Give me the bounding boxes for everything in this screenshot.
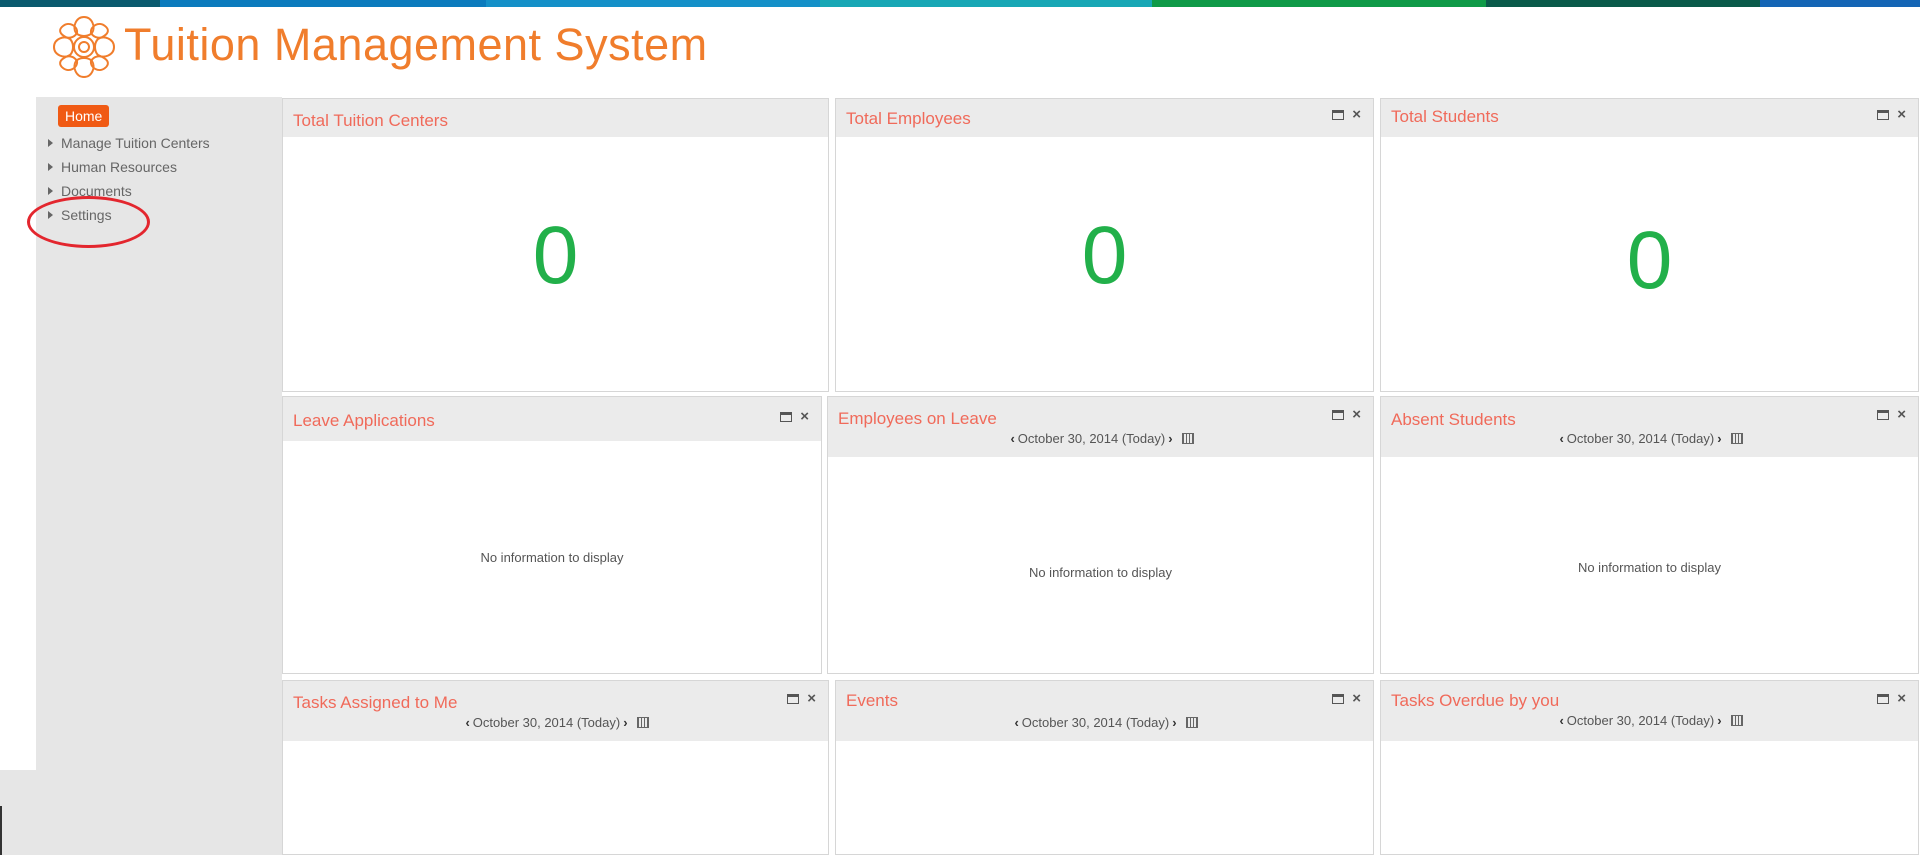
calendar-icon[interactable] <box>1730 433 1743 444</box>
widget-title: Total Students <box>1391 107 1499 126</box>
date-navigator: ‹ October 30, 2014 (Today) › <box>1381 713 1918 728</box>
home-button[interactable]: Home <box>58 105 110 127</box>
chevron-right-icon[interactable]: › <box>1165 431 1175 446</box>
sidebar-item-human-resources[interactable]: Human Resources <box>48 159 177 179</box>
chevron-right-icon[interactable]: › <box>1714 713 1724 728</box>
widget-header: Tasks Overdue by you × ‹ October 30, 2014… <box>1381 681 1918 741</box>
total-count: 0 <box>532 210 579 301</box>
widget-header: Total Tuition Centers <box>283 99 828 137</box>
chevron-left-icon[interactable]: ‹ <box>1007 431 1017 446</box>
widget-header: Employees on Leave × ‹ October 30, 2014 (… <box>828 397 1373 457</box>
maximize-icon[interactable] <box>1332 410 1345 420</box>
empty-message: No information to display <box>480 550 624 565</box>
widget-header: Total Students × <box>1381 99 1918 137</box>
caret-right-icon <box>48 139 53 147</box>
annotation-circle <box>27 196 150 248</box>
widget-absent-students: Absent Students × ‹ October 30, 2014 (Tod… <box>1380 396 1919 674</box>
widget-tasks-overdue: Tasks Overdue by you × ‹ October 30, 2014… <box>1380 680 1919 855</box>
widget-total-tuition-centers: Total Tuition Centers 0 <box>282 98 829 392</box>
chevron-right-icon[interactable]: › <box>620 715 630 730</box>
close-icon[interactable]: × <box>1352 407 1361 422</box>
widget-title: Employees on Leave <box>838 409 997 428</box>
date-label: October 30, 2014 (Today) <box>472 715 621 730</box>
flower-logo-icon <box>52 15 116 79</box>
close-icon[interactable]: × <box>1897 407 1906 422</box>
total-count: 0 <box>1626 215 1673 306</box>
widget-header: Total Employees × <box>836 99 1373 137</box>
widget-title: Tasks Overdue by you <box>1391 691 1560 710</box>
widget-header: Events × ‹ October 30, 2014 (Today) › <box>836 681 1373 741</box>
date-navigator: ‹ October 30, 2014 (Today) › <box>836 715 1373 730</box>
chevron-right-icon[interactable]: › <box>1169 715 1179 730</box>
maximize-icon[interactable] <box>1877 110 1890 120</box>
maximize-icon[interactable] <box>1332 694 1345 704</box>
date-label: October 30, 2014 (Today) <box>1566 713 1715 728</box>
left-strip <box>0 770 36 855</box>
date-label: October 30, 2014 (Today) <box>1017 431 1166 446</box>
calendar-icon[interactable] <box>636 717 649 728</box>
top-color-bar <box>0 0 1920 7</box>
widget-events: Events × ‹ October 30, 2014 (Today) › <box>835 680 1374 855</box>
maximize-icon[interactable] <box>1332 110 1345 120</box>
caret-right-icon <box>48 187 53 195</box>
close-icon[interactable]: × <box>1897 691 1906 706</box>
maximize-icon[interactable] <box>780 412 793 422</box>
widget-title: Leave Applications <box>293 411 435 430</box>
widget-header: Tasks Assigned to Me × ‹ October 30, 2014… <box>283 681 828 741</box>
widget-title: Events <box>846 691 898 710</box>
widget-header: Absent Students × ‹ October 30, 2014 (Tod… <box>1381 397 1918 457</box>
date-navigator: ‹ October 30, 2014 (Today) › <box>1381 431 1918 446</box>
calendar-icon[interactable] <box>1181 433 1194 444</box>
chevron-right-icon[interactable]: › <box>1714 431 1724 446</box>
widget-employees-on-leave: Employees on Leave × ‹ October 30, 2014 (… <box>827 396 1374 674</box>
app-title: Tuition Management System <box>124 19 708 70</box>
maximize-icon[interactable] <box>787 694 800 704</box>
chevron-left-icon[interactable]: ‹ <box>1556 431 1566 446</box>
chevron-left-icon[interactable]: ‹ <box>1556 713 1566 728</box>
widget-title: Tasks Assigned to Me <box>293 693 458 712</box>
widget-header: Leave Applications × <box>283 397 821 441</box>
widget-total-students: Total Students × 0 <box>1380 98 1919 392</box>
chevron-left-icon[interactable]: ‹ <box>462 715 472 730</box>
widget-title: Total Tuition Centers <box>293 111 448 130</box>
widget-title: Total Employees <box>846 109 971 128</box>
date-navigator: ‹ October 30, 2014 (Today) › <box>283 715 828 730</box>
sidebar-item-label: Manage Tuition Centers <box>61 135 210 151</box>
date-navigator: ‹ October 30, 2014 (Today) › <box>828 431 1373 446</box>
close-icon[interactable]: × <box>807 691 816 706</box>
close-icon[interactable]: × <box>1352 691 1361 706</box>
maximize-icon[interactable] <box>1877 410 1890 420</box>
chevron-left-icon[interactable]: ‹ <box>1011 715 1021 730</box>
widget-tasks-assigned-to-me: Tasks Assigned to Me × ‹ October 30, 2014… <box>282 680 829 855</box>
total-count: 0 <box>1081 210 1128 301</box>
caret-right-icon <box>48 163 53 171</box>
close-icon[interactable]: × <box>800 409 809 424</box>
widget-total-employees: Total Employees × 0 <box>835 98 1374 392</box>
app-header: Tuition Management System <box>0 7 1920 97</box>
date-label: October 30, 2014 (Today) <box>1021 715 1170 730</box>
close-icon[interactable]: × <box>1352 107 1361 122</box>
calendar-icon[interactable] <box>1185 717 1198 728</box>
maximize-icon[interactable] <box>1877 694 1890 704</box>
left-divider <box>0 806 2 855</box>
date-label: October 30, 2014 (Today) <box>1566 431 1715 446</box>
empty-message: No information to display <box>1028 565 1173 580</box>
sidebar-item-label: Human Resources <box>61 159 177 175</box>
empty-message: No information to display <box>1577 560 1722 575</box>
widget-title: Absent Students <box>1391 410 1516 429</box>
close-icon[interactable]: × <box>1897 107 1906 122</box>
sidebar-item-manage-tuition-centers[interactable]: Manage Tuition Centers <box>48 135 210 155</box>
calendar-icon[interactable] <box>1730 715 1743 726</box>
widget-leave-applications: Leave Applications × No information to d… <box>282 396 822 674</box>
